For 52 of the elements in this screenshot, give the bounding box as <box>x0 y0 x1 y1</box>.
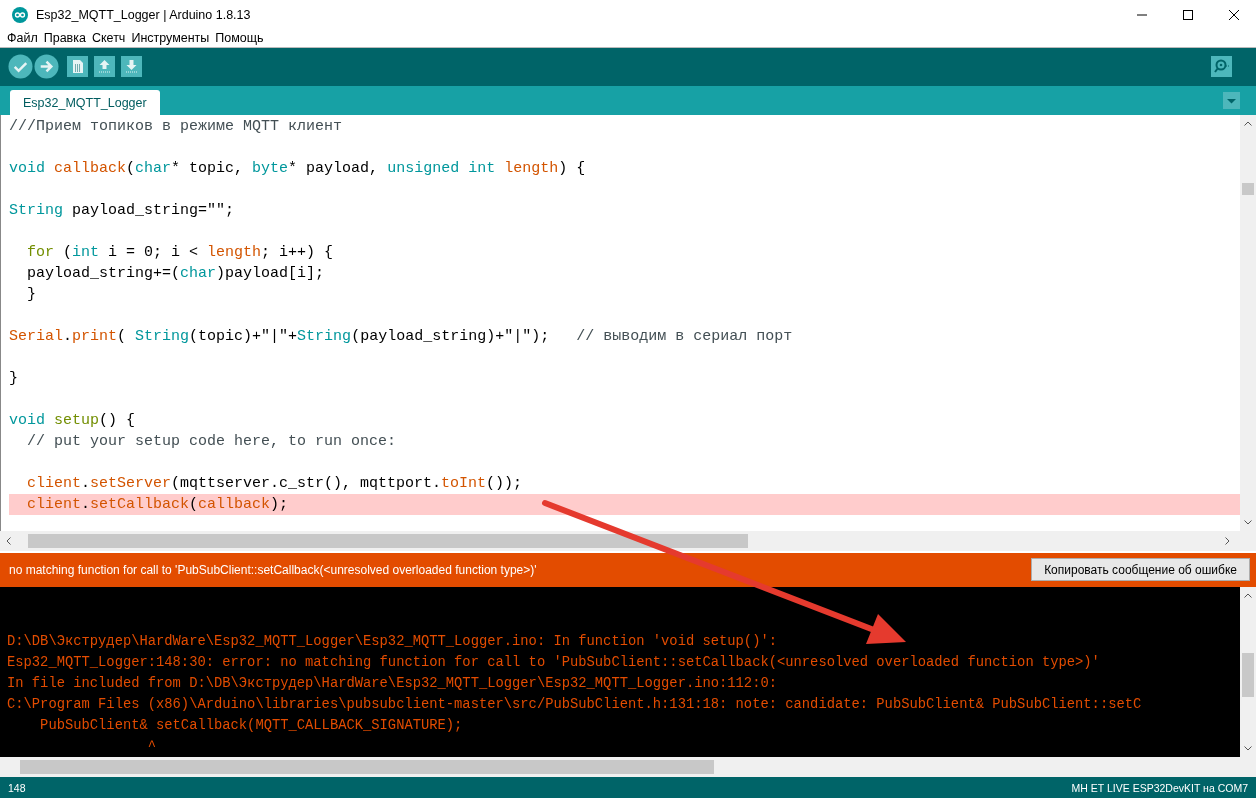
console-line: C:\Program Files (x86)\Arduino\libraries\pubsubclient-master\src/PubSubClient.h:131:18: note: candidate: PubSubClient& PubSubClient::setC <box>7 695 1143 714</box>
new-file-button[interactable] <box>67 56 88 78</box>
console-line: Esp32_MQTT_Logger:148:30: error: no matching function for call to 'PubSubClient::setCallback(<unresolved overloaded function type>)' <box>7 653 1101 672</box>
verify-button[interactable] <box>8 54 33 80</box>
serial-monitor-button[interactable] <box>1211 56 1232 78</box>
close-icon[interactable] <box>1228 8 1240 21</box>
window-title: Esp32_MQTT_Logger | Arduino 1.8.13 <box>36 7 251 22</box>
save-button[interactable] <box>121 56 142 78</box>
scroll-right-icon[interactable] <box>1225 536 1230 545</box>
scrollbar[interactable] <box>0 531 1256 551</box>
code-line: String payload_string=""; <box>9 200 236 221</box>
scroll-up-icon[interactable] <box>1244 592 1252 598</box>
menu-item[interactable]: Файл <box>7 30 38 45</box>
copy-error-button[interactable]: Копировать сообщение об ошибке <box>1031 558 1250 582</box>
console-line: ^ <box>146 737 158 756</box>
menu-item[interactable]: Инструменты <box>131 30 210 45</box>
scroll-left-icon[interactable] <box>6 536 11 545</box>
code-line: // put your setup code here, to run once: <box>26 431 398 452</box>
error-message: no matching function for call to 'PubSubClient::setCallback(<unresolved overloaded function type>)' <box>9 562 538 577</box>
open-button[interactable] <box>94 56 115 78</box>
board-port: MH ET LIVE ESP32DevKIT на COM7 <box>1071 781 1248 794</box>
code-line: void setup() { <box>9 410 137 431</box>
scrollbar[interactable] <box>1240 114 1256 531</box>
tab[interactable]: Esp32_MQTT_Logger <box>10 89 160 115</box>
code-line: } <box>26 284 37 305</box>
menu-item[interactable]: Помощь <box>215 30 264 45</box>
scroll-down-icon[interactable] <box>1244 746 1252 752</box>
console-line: D:\DB\Экструдер\HardWare\Esp32_MQTT_Logger\Esp32_MQTT_Logger.ino: In function 'void setup()': <box>7 632 778 651</box>
upload-button[interactable] <box>34 54 59 80</box>
code-line: } <box>9 368 19 389</box>
menu-item[interactable]: Скетч <box>91 30 126 45</box>
maximize-icon[interactable] <box>1182 8 1194 21</box>
console-line: In file included from D:\DB\Экструдер\HardWare\Esp32_MQTT_Logger\Esp32_MQTT_Logger.ino:112:0: <box>7 674 778 693</box>
menu-item[interactable]: Правка <box>43 30 86 45</box>
console-line: PubSubClient& setCallback(MQTT_CALLBACK_SIGNATURE); <box>39 716 464 735</box>
app-logo-icon <box>12 6 28 23</box>
scrollbar[interactable] <box>1240 586 1256 758</box>
code-line: void callback(char* topic, byte* payload, unsigned int length) { <box>9 158 587 179</box>
code-line: payload_string+=(char)payload[i]; <box>26 263 326 284</box>
dropdown-icon[interactable] <box>1223 91 1240 109</box>
scroll-up-icon[interactable] <box>1244 120 1252 126</box>
code-line: for (int i = 0; i < length; i++) { <box>26 242 335 263</box>
scroll-thumb[interactable] <box>28 534 748 548</box>
code-line: Serial.print( String(topic)+"|"+String(payload_string)+"|"); // выводим в сериал порт <box>9 326 794 347</box>
scroll-thumb[interactable] <box>1242 182 1254 195</box>
scroll-down-icon[interactable] <box>1244 520 1252 525</box>
code-line: client.setServer(mqttserver.c_str(), mqttport.toInt()); <box>26 473 524 494</box>
line-number: 148 <box>8 781 26 794</box>
scroll-thumb[interactable] <box>1242 652 1254 697</box>
scrollbar[interactable] <box>0 757 1256 778</box>
code-line: ///Прием топиков в режиме MQTT клиент <box>9 116 344 137</box>
scroll-thumb[interactable] <box>20 760 714 775</box>
